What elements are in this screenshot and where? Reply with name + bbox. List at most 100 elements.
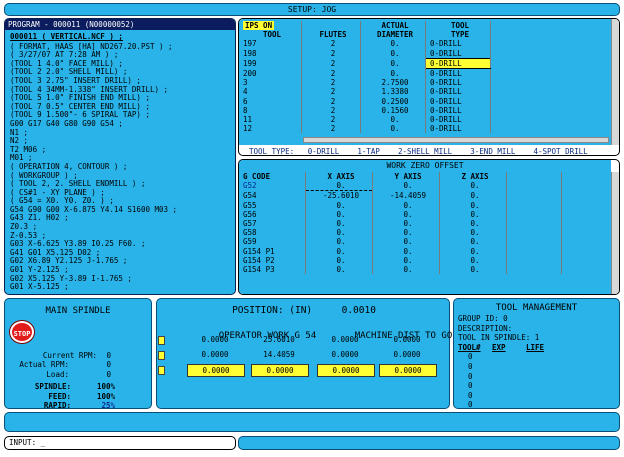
tool-number: 4 [239, 87, 302, 97]
tool-row[interactable]: 4 2 1.3380 0-DRILL [239, 87, 607, 97]
tool-number: 200 [239, 68, 302, 79]
program-line[interactable]: G43 Z1. H02 ; [10, 214, 235, 223]
load-label: Load: [46, 369, 69, 379]
program-title: PROGRAM - 000011 (N00000052) [5, 19, 235, 30]
tool-table-hscroll[interactable] [303, 137, 609, 143]
offset-row[interactable]: G59 0. 0. 0. [239, 237, 611, 247]
offset-x: 0. [305, 228, 373, 238]
tool-row[interactable]: 11 2 0. 0-DRILL [239, 115, 607, 125]
input-value[interactable]: _ [41, 438, 46, 447]
program-line[interactable]: 000011 ( VERTICAL.NCF ) ; [10, 32, 235, 42]
offset-z: 0. [439, 190, 507, 201]
input-label: INPUT: [9, 438, 37, 447]
program-line[interactable]: G00 G17 G40 G80 G90 G54 ; [10, 119, 235, 129]
tool-table-scrollbar[interactable] [611, 19, 619, 145]
tool-flutes: 2 [301, 124, 361, 134]
program-line[interactable]: N1 ; [10, 128, 235, 138]
program-listing[interactable]: 000011 ( VERTICAL.NCF ) ;( FORMAT, HAAS … [5, 30, 235, 292]
offset-z: 0. [439, 219, 507, 229]
stop-icon: STOP [10, 321, 34, 343]
tool-management-row: 0 [468, 352, 473, 362]
tool-number: 6 [239, 96, 302, 106]
col-y-axis: Y AXIS [372, 172, 440, 182]
group-id-label: GROUP ID: [458, 314, 499, 323]
tool-diameter: 0. [360, 58, 426, 69]
position-work: 0.0000 [251, 364, 309, 377]
tool-row[interactable]: 3 2 2.7500 0-DRILL [239, 78, 607, 88]
col-tool-header: TOOL [425, 21, 491, 31]
col-exp: EXP [492, 342, 506, 352]
rapid-override-value: 25% [101, 401, 115, 411]
work-offset-table[interactable]: G CODE X AXIS Y AXIS Z AXIS G52 0. 0. 0. G54… [239, 172, 611, 275]
program-line[interactable]: G01 X-5.125 ; [10, 283, 235, 292]
position-row-x: X 0.0000 25.6010 0.0000 0.0000 [157, 333, 451, 346]
offset-z: 0. [439, 228, 507, 238]
tool-management-row: 0 [468, 381, 473, 391]
spindle-title: MAIN SPINDLE [45, 306, 111, 316]
offset-y: 0. [372, 200, 440, 210]
position-title: POSITION: (IN) [232, 305, 313, 316]
tool-number: 3 [239, 78, 302, 88]
offset-row[interactable]: G154 P3 0. 0. 0. [239, 265, 611, 275]
tool-number: 12 [239, 124, 302, 134]
offset-row[interactable]: G56 0. 0. 0. [239, 209, 611, 220]
tool-diameter: 1.3380 [360, 87, 426, 97]
tool-flutes: 2 [301, 87, 361, 97]
tool-table[interactable]: IPS ON ACTUAL TOOL TOOL FLUTES DIAMETER … [239, 21, 607, 134]
tool-diameter: 0.1560 [360, 105, 426, 116]
tool-row[interactable]: 6 2 0.2500 0-DRILL [239, 96, 607, 106]
input-line[interactable]: INPUT: _ [4, 436, 236, 450]
tool-diameter: 0. [360, 68, 426, 79]
col-tool: TOOL [239, 30, 302, 40]
tool-type[interactable]: 0-DRILL [425, 57, 491, 70]
tool-in-spindle-value: 1 [534, 333, 540, 343]
offset-row[interactable]: G54 -25.6010 -14.4059 0. [239, 190, 611, 201]
position-operator: 0.0000 [201, 335, 229, 344]
offset-row[interactable]: G57 0. 0. 0. [239, 219, 611, 229]
position-row-y: Y 0.0000 14.4059 0.0000 0.0000 [157, 348, 451, 361]
tool-management-list: 000000 [458, 352, 556, 410]
offset-row[interactable]: G52 0. 0. 0. [239, 181, 611, 192]
offset-gcode: G57 [239, 219, 306, 229]
tool-table-pane: IPS ON ACTUAL TOOL TOOL FLUTES DIAMETER … [238, 18, 620, 156]
program-pane[interactable]: PROGRAM - 000011 (N00000052) 000011 ( VE… [4, 18, 236, 295]
work-offset-scrollbar[interactable] [611, 172, 619, 294]
offset-x: 0. [305, 265, 373, 275]
tool-flutes: 2 [301, 58, 361, 69]
offset-z: 0. [439, 181, 507, 191]
tool-management-row: 0 [468, 371, 473, 381]
offset-x: 0. [305, 255, 373, 266]
tool-row[interactable]: 197 2 0. 0-DRILL [239, 39, 607, 49]
offset-y: 0. [372, 219, 440, 229]
offset-gcode: G154 P2 [239, 255, 306, 266]
work-offset-title: WORK ZERO OFFSET [386, 161, 464, 170]
tool-row[interactable]: 199 2 0. 0-DRILL [239, 57, 607, 70]
tool-management-row: 0 [468, 390, 473, 400]
description-label: DESCRIPTION: [458, 323, 513, 333]
offset-row[interactable]: G154 P2 0. 0. 0. [239, 255, 611, 266]
group-id-value: 0 [503, 314, 508, 323]
offset-row[interactable]: G55 0. 0. 0. [239, 200, 611, 210]
offset-x[interactable]: 0. [305, 181, 373, 192]
ips-on-badge[interactable]: IPS ON [243, 21, 275, 30]
program-line[interactable]: T2 M06 ; [10, 145, 235, 155]
tool-flutes: 2 [301, 96, 361, 106]
tool-row[interactable]: 200 2 0. 0-DRILL [239, 68, 607, 79]
tool-type: 0-DRILL [425, 124, 491, 134]
tool-row[interactable]: 198 2 0. 0-DRILL [239, 48, 607, 59]
spindle-override-value: 100% [96, 382, 115, 392]
tool-management-row: 0 [468, 361, 473, 371]
offset-z: 0. [439, 237, 507, 247]
status-bar [238, 436, 620, 450]
offset-row[interactable]: G58 0. 0. 0. [239, 228, 611, 238]
offset-row[interactable]: G154 P1 0. 0. 0. [239, 246, 611, 256]
tool-number: 198 [239, 48, 302, 59]
tool-diameter: 0. [360, 39, 426, 49]
tool-row[interactable]: 12 2 0. 0-DRILL [239, 124, 607, 134]
tool-flutes: 2 [301, 39, 361, 49]
col-actual: ACTUAL [360, 21, 426, 31]
position-machine: 0.0000 [317, 364, 375, 377]
offset-gcode: G56 [239, 209, 306, 220]
tool-row[interactable]: 8 2 0.1560 0-DRILL [239, 105, 607, 116]
jog-increment: 0.0010 [341, 305, 376, 316]
